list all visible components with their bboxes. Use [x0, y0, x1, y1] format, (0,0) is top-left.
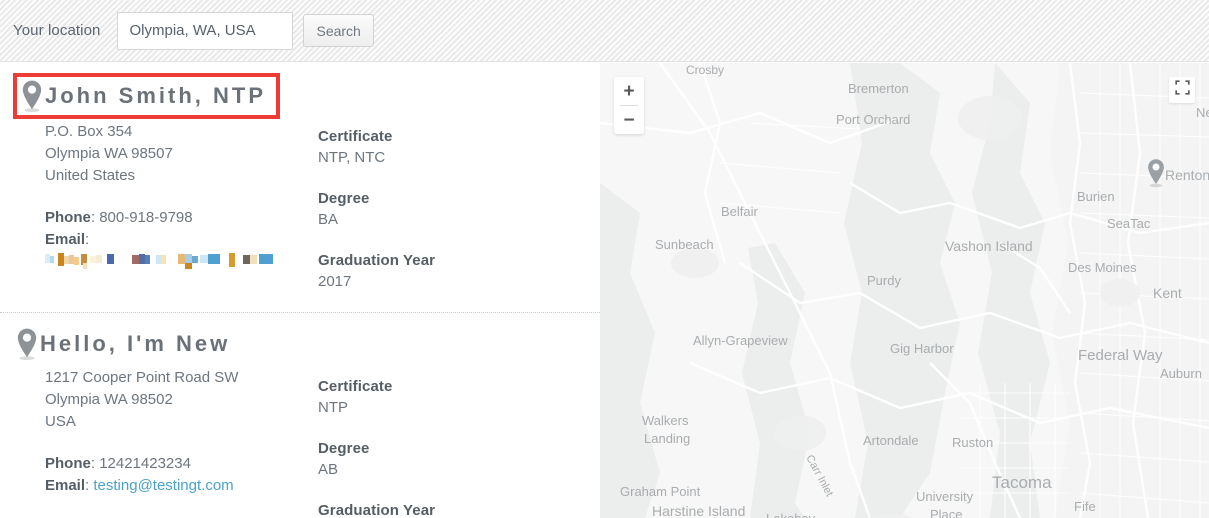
- map-canvas[interactable]: Crosby Bremerton Port Orchard Ne Renton …: [600, 63, 1209, 518]
- certificate-value: NTP: [318, 399, 348, 416]
- listing-name: John Smith, NTP: [45, 83, 266, 108]
- fullscreen-button[interactable]: [1169, 77, 1195, 103]
- map-base-graphic: [600, 63, 1209, 518]
- degree-label: Degree: [318, 190, 370, 207]
- graduation-year-label: Graduation Year: [318, 252, 436, 269]
- email-line: Email: testing@testingt.com: [45, 477, 234, 494]
- phone-value: 800-918-9798: [99, 209, 193, 226]
- phone-label: Phone: [45, 209, 91, 226]
- fullscreen-expand-icon: [1174, 80, 1190, 100]
- detail-field: Certificate NTP: [318, 376, 588, 419]
- address-line: Olympia WA 98502: [45, 391, 173, 408]
- detail-field: Graduation Year 2017: [318, 250, 588, 293]
- degree-label: Degree: [318, 440, 370, 457]
- listing-title-row[interactable]: Hello, I'm New: [12, 323, 236, 365]
- certificate-label: Certificate: [318, 378, 393, 395]
- degree-value: AB: [318, 461, 339, 478]
- listing-name: Hello, I'm New: [40, 331, 231, 356]
- address-line: USA: [45, 413, 76, 430]
- email-link[interactable]: testing@testingt.com: [93, 477, 233, 494]
- search-header: Your location Search: [0, 0, 1209, 62]
- address-line: Olympia WA 98507: [45, 145, 173, 162]
- map-pin-icon: [14, 327, 40, 361]
- listing-address: P.O. Box 354 Olympia WA 98507 United Sta…: [45, 121, 318, 187]
- phone-value: 12421423234: [99, 455, 191, 472]
- address-line: United States: [45, 167, 136, 184]
- map-marker-pin-icon[interactable]: [1145, 158, 1167, 193]
- phone-line: Phone: 12421423234: [45, 455, 191, 472]
- zoom-in-button[interactable]: +: [614, 77, 644, 105]
- listing-title-row[interactable]: John Smith, NTP: [13, 73, 280, 119]
- degree-value: BA: [318, 211, 339, 228]
- map-zoom-controls: + −: [614, 77, 644, 134]
- graduation-year-label: Graduation Year: [318, 502, 436, 518]
- email-line: Email:: [45, 231, 90, 248]
- listings-panel: John Smith, NTP P.O. Box 354 Olympia WA …: [0, 63, 600, 518]
- listing-primary-column: Hello, I'm New 1217 Cooper Point Road SW…: [0, 323, 318, 518]
- address-line: 1217 Cooper Point Road SW: [45, 369, 239, 386]
- address-line: P.O. Box 354: [45, 123, 133, 140]
- certificate-value: NTP, NTC: [318, 149, 386, 166]
- detail-field: Degree BA: [318, 188, 588, 231]
- zoom-out-button[interactable]: −: [614, 106, 644, 134]
- location-input[interactable]: [117, 11, 294, 50]
- graduation-year-value: 2017: [318, 273, 352, 290]
- email-label: Email: [45, 231, 86, 248]
- email-redacted-graphic: [45, 253, 273, 269]
- listing-contact: Phone: 12421423234 Email: testing@testin…: [45, 453, 318, 497]
- list-item[interactable]: Hello, I'm New 1217 Cooper Point Road SW…: [0, 312, 600, 518]
- listing-contact: Phone: 800-918-9798 Email:: [45, 207, 318, 251]
- listing-details-column: Certificate NTP Degree AB Graduation Yea…: [318, 323, 588, 518]
- listing-address: 1217 Cooper Point Road SW Olympia WA 985…: [45, 367, 318, 433]
- listing-details-column: Certificate NTP, NTC Degree BA Graduatio…: [318, 73, 588, 312]
- your-location-label: Your location: [13, 22, 101, 39]
- map-pin-icon: [19, 79, 45, 113]
- listing-primary-column: John Smith, NTP P.O. Box 354 Olympia WA …: [0, 73, 318, 312]
- detail-field: Graduation Year 2018: [318, 500, 588, 518]
- detail-field: Certificate NTP, NTC: [318, 126, 588, 169]
- certificate-label: Certificate: [318, 128, 393, 145]
- page-root: Your location Search Joh: [0, 0, 1209, 518]
- email-label: Email: [45, 477, 86, 494]
- phone-line: Phone: 800-918-9798: [45, 209, 193, 226]
- detail-field: Degree AB: [318, 438, 588, 481]
- list-item[interactable]: John Smith, NTP P.O. Box 354 Olympia WA …: [0, 63, 600, 312]
- search-button[interactable]: Search: [303, 14, 374, 47]
- phone-label: Phone: [45, 455, 91, 472]
